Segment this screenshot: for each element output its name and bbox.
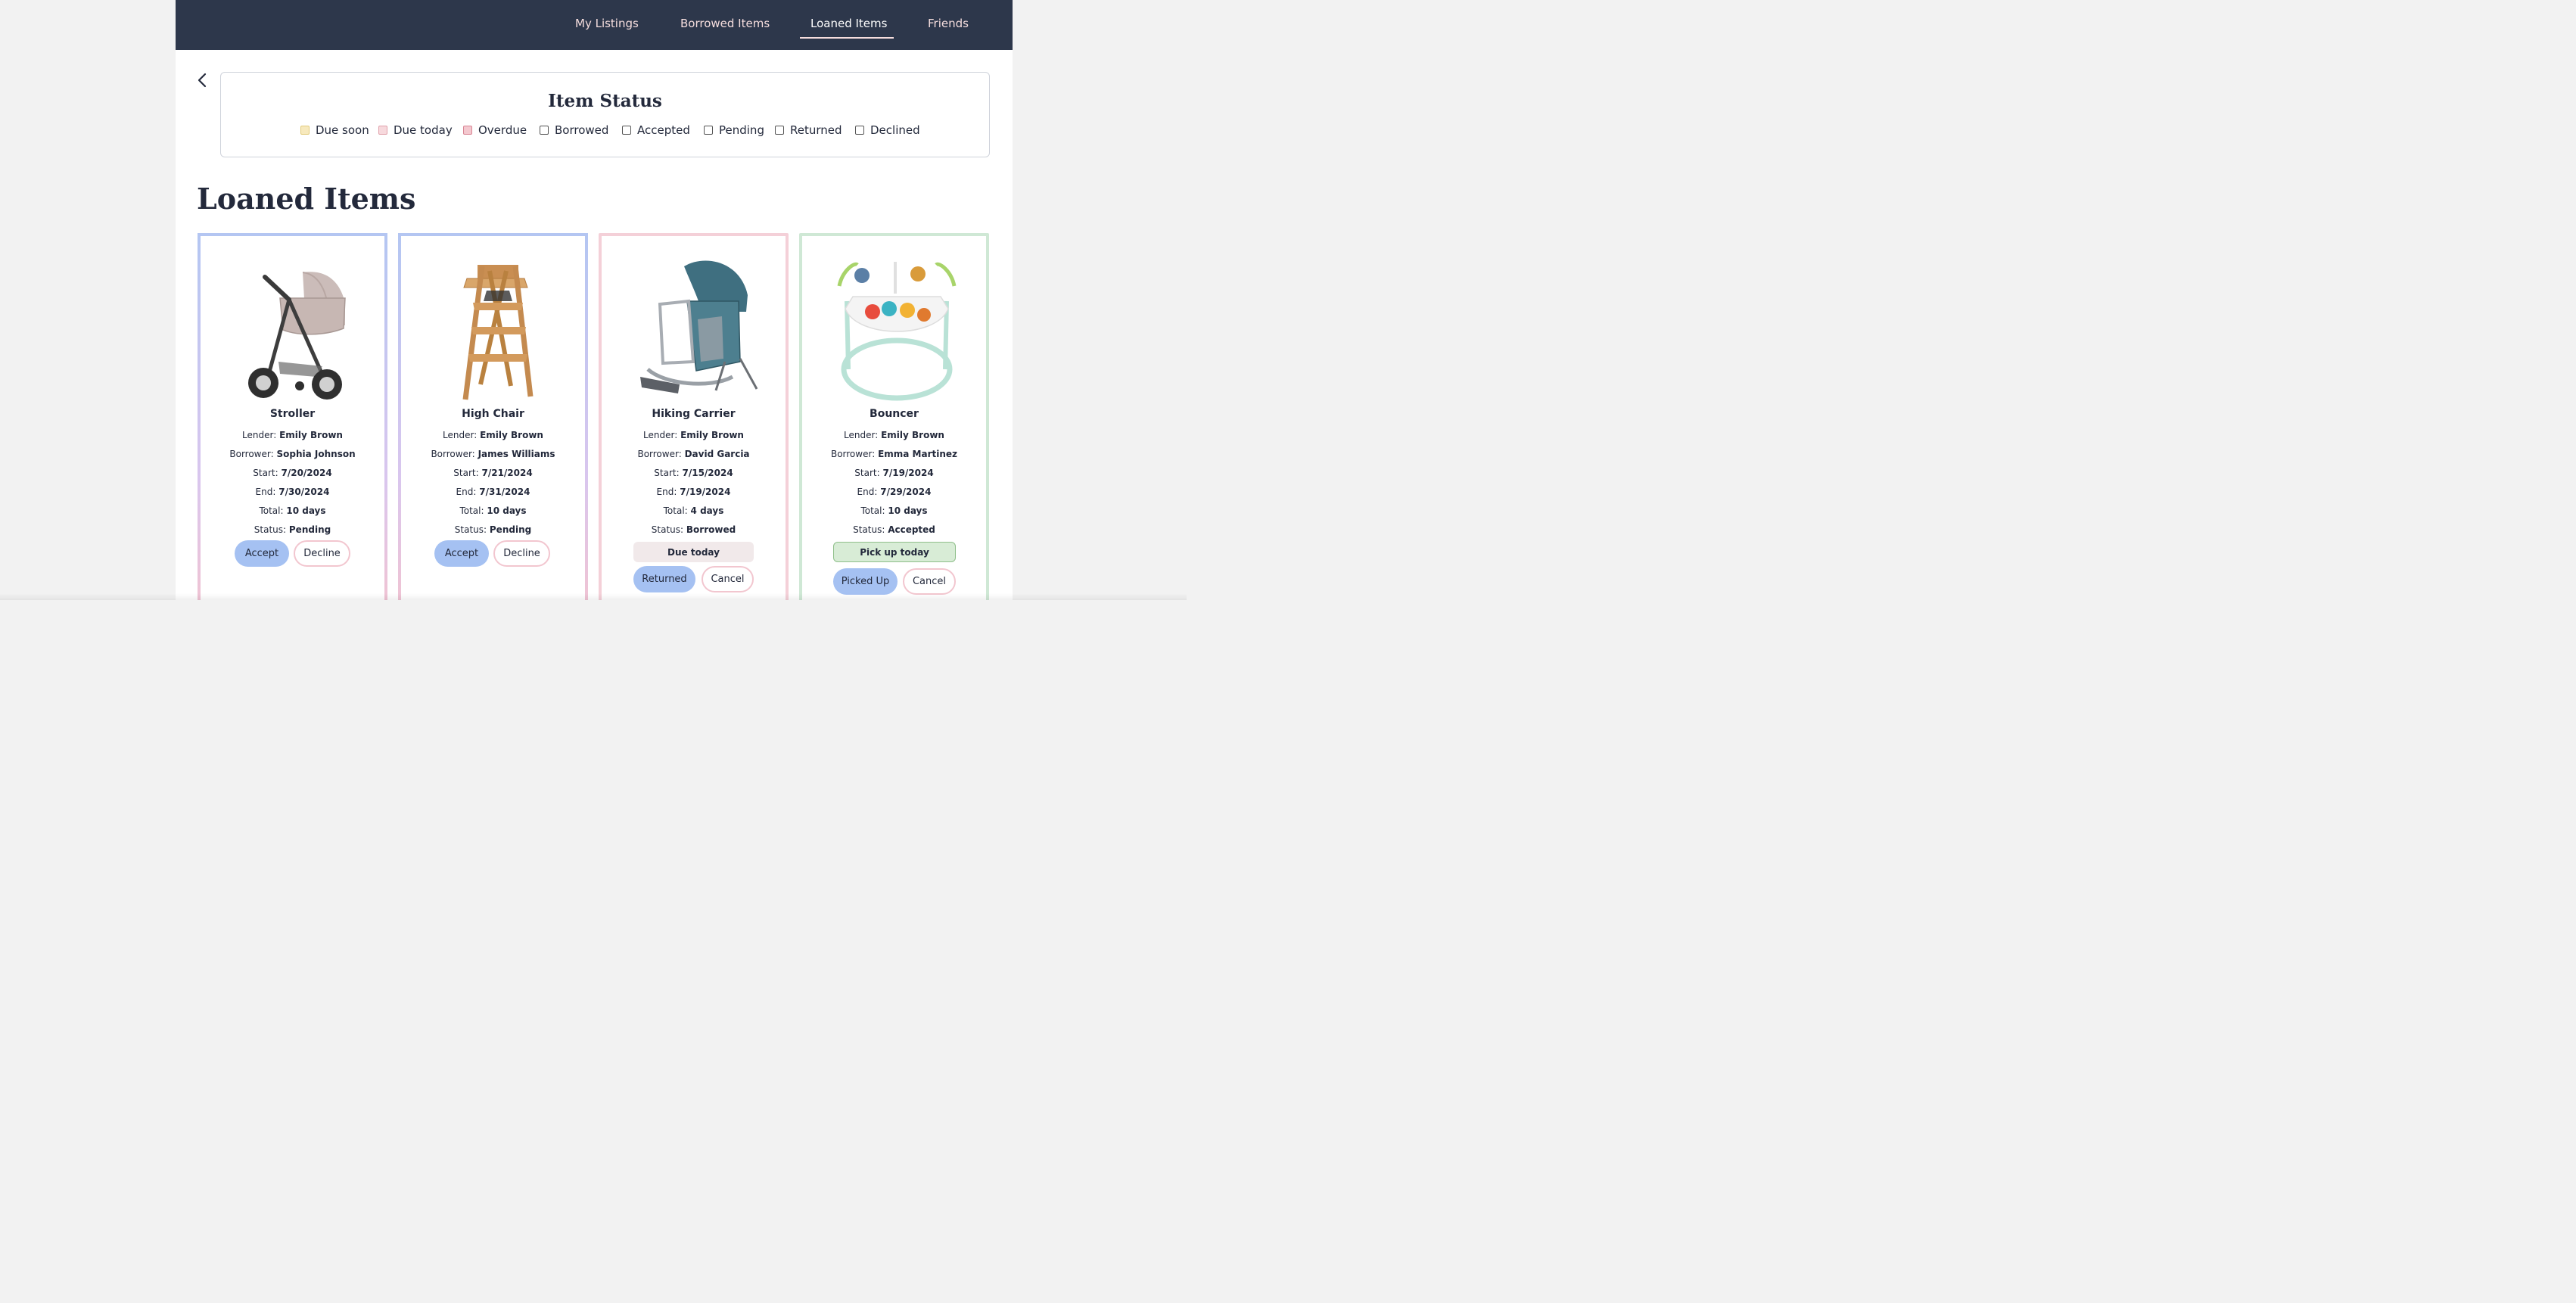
accept-button[interactable]: Accept — [434, 540, 489, 567]
top-navbar: My Listings Borrowed Items Loaned Items … — [176, 0, 1013, 50]
nav-my-listings[interactable]: My Listings — [575, 17, 639, 35]
total-row: Total: 10 days — [459, 505, 527, 516]
high-chair-image — [462, 265, 534, 400]
item-status-panel — [220, 72, 990, 157]
start-row: Start: 7/20/2024 — [253, 468, 332, 478]
checkbox-icon[interactable] — [622, 126, 631, 135]
legend-label: Due today — [394, 123, 453, 137]
checkbox-icon[interactable] — [300, 126, 310, 135]
legend-accepted[interactable]: Accepted — [622, 123, 690, 138]
legend-declined[interactable]: Declined — [855, 123, 920, 138]
legend-label: Declined — [870, 123, 920, 137]
lender-row: Lender: Emily Brown — [844, 430, 944, 440]
start-row: Start: 7/19/2024 — [854, 468, 934, 478]
cancel-button[interactable]: Cancel — [903, 568, 956, 595]
legend-label: Pending — [719, 123, 764, 137]
legend-overdue[interactable]: Overdue — [463, 123, 527, 138]
card-title: High Chair — [462, 408, 524, 420]
status-row: Status: Pending — [454, 524, 532, 535]
legend-pending[interactable]: Pending — [704, 123, 764, 138]
total-row: Total: 10 days — [860, 505, 928, 516]
card-title: Hiking Carrier — [652, 408, 736, 420]
returned-button[interactable]: Returned — [633, 566, 695, 592]
nav-loaned-items[interactable]: Loaned Items — [810, 17, 887, 35]
lender-row: Lender: Emily Brown — [242, 430, 343, 440]
end-row: End: 7/29/2024 — [857, 487, 932, 497]
item-card: High Chair Lender: Emily Brown Borrower:… — [398, 233, 588, 600]
status-row: Status: Pending — [254, 524, 331, 535]
start-row: Start: 7/15/2024 — [654, 468, 733, 478]
status-panel-title: Item Status — [548, 91, 662, 111]
accept-button[interactable]: Accept — [235, 540, 289, 567]
picked-up-button[interactable]: Picked Up — [833, 568, 898, 595]
nav-active-underline — [800, 37, 894, 39]
stroller-image — [248, 272, 346, 400]
checkbox-icon[interactable] — [775, 126, 784, 135]
total-row: Total: 10 days — [259, 505, 326, 516]
lender-row: Lender: Emily Brown — [643, 430, 744, 440]
hiking-carrier-image — [640, 260, 758, 393]
due-today-badge: Due today — [633, 542, 754, 562]
legend-label: Borrowed — [555, 123, 609, 137]
borrower-row: Borrower: James Williams — [431, 449, 555, 459]
checkbox-icon[interactable] — [704, 126, 713, 135]
item-card: Bouncer Lender: Emily Brown Borrower: Em… — [799, 233, 989, 600]
decline-button[interactable]: Decline — [493, 540, 550, 567]
nav-friends[interactable]: Friends — [928, 17, 969, 35]
status-row: Status: Accepted — [853, 524, 935, 535]
checkbox-icon[interactable] — [540, 126, 549, 135]
total-row: Total: 4 days — [663, 505, 724, 516]
legend-label: Returned — [790, 123, 842, 137]
start-row: Start: 7/21/2024 — [453, 468, 533, 478]
nav-borrowed-items[interactable]: Borrowed Items — [680, 17, 770, 35]
decline-button[interactable]: Decline — [294, 540, 350, 567]
app-window: My Listings Borrowed Items Loaned Items … — [176, 0, 1013, 600]
page-title: Loaned Items — [197, 182, 416, 216]
pick-up-today-badge: Pick up today — [833, 542, 956, 562]
legend-label: Overdue — [478, 123, 527, 137]
cancel-button[interactable]: Cancel — [702, 566, 754, 592]
checkbox-icon[interactable] — [378, 126, 387, 135]
checkbox-icon[interactable] — [855, 126, 864, 135]
legend-due-today[interactable]: Due today — [378, 123, 453, 138]
borrower-row: Borrower: Emma Martinez — [830, 449, 958, 459]
item-card: Hiking Carrier Lender: Emily Brown Borro… — [599, 233, 789, 600]
status-row: Status: Borrowed — [651, 524, 736, 535]
checkbox-icon[interactable] — [463, 126, 472, 135]
lender-row: Lender: Emily Brown — [443, 430, 543, 440]
item-card: Stroller Lender: Emily Brown Borrower: S… — [198, 233, 387, 600]
end-row: End: 7/19/2024 — [656, 487, 731, 497]
legend-due-soon[interactable]: Due soon — [300, 123, 369, 138]
card-title: Bouncer — [870, 408, 919, 420]
bouncer-image — [837, 262, 957, 401]
card-title: Stroller — [269, 408, 316, 420]
borrower-row: Borrower: Sophia Johnson — [229, 449, 356, 459]
legend-label: Accepted — [637, 123, 690, 137]
legend-returned[interactable]: Returned — [775, 123, 842, 138]
legend-label: Due soon — [316, 123, 369, 137]
legend-borrowed[interactable]: Borrowed — [540, 123, 608, 138]
end-row: End: 7/30/2024 — [255, 487, 330, 497]
end-row: End: 7/31/2024 — [456, 487, 530, 497]
bottom-shadow — [0, 593, 1187, 600]
back-arrow-icon[interactable] — [195, 70, 210, 91]
borrower-row: Borrower: David Garcia — [637, 449, 750, 459]
